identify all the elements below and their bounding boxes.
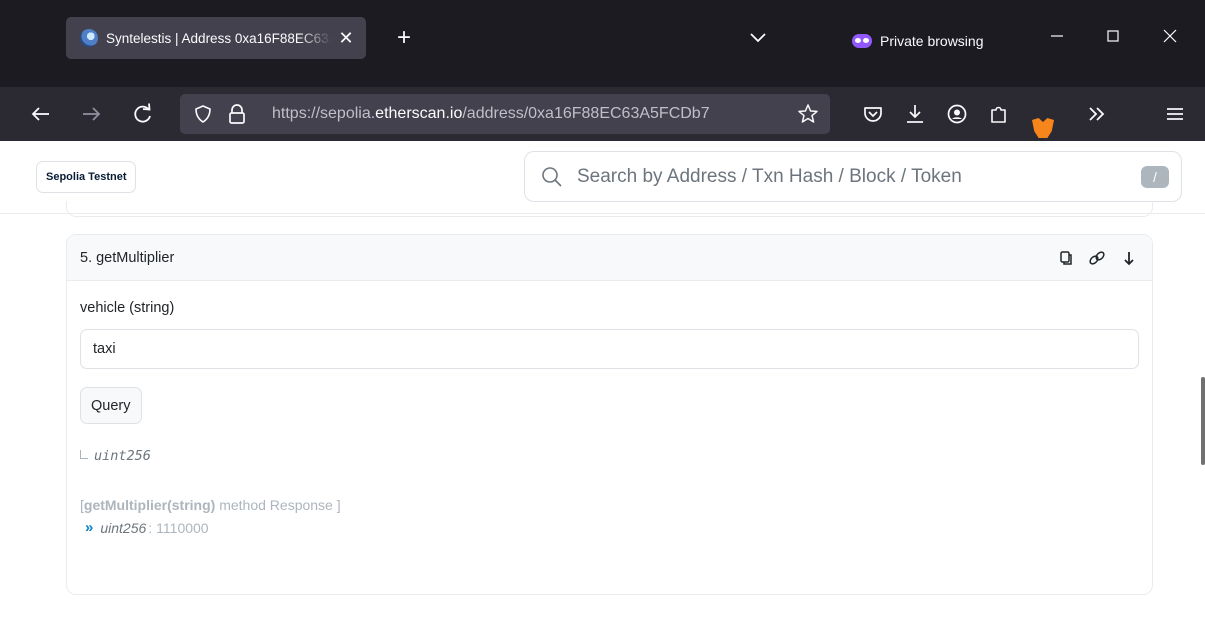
download-icon[interactable] bbox=[902, 101, 928, 127]
response-type: uint256 bbox=[100, 519, 147, 536]
double-chevron-right-icon: » bbox=[85, 519, 93, 536]
arrow-down-icon[interactable] bbox=[1116, 247, 1142, 269]
return-type: uint256 bbox=[80, 448, 151, 464]
response-suffix: method Response ] bbox=[219, 497, 341, 513]
reload-icon[interactable] bbox=[130, 101, 156, 127]
function-actions bbox=[1046, 247, 1142, 269]
back-icon[interactable] bbox=[28, 101, 54, 127]
previous-function-card bbox=[66, 201, 1153, 217]
function-card: 5. getMultiplier vehicle (string) Query bbox=[66, 234, 1153, 595]
shield-icon[interactable] bbox=[193, 104, 213, 124]
tab-close-icon[interactable]: ✕ bbox=[336, 29, 356, 47]
account-icon[interactable] bbox=[944, 101, 970, 127]
etherscan-page: Sepolia Testnet / 5. getMultiplier bbox=[0, 141, 1205, 630]
return-type-label: uint256 bbox=[94, 448, 151, 464]
function-title: 5. getMultiplier bbox=[80, 250, 175, 266]
url-text[interactable]: https://sepolia.etherscan.io/address/0xa… bbox=[272, 105, 787, 123]
chevron-down-icon[interactable] bbox=[748, 30, 768, 46]
private-mask-icon bbox=[852, 34, 872, 48]
tree-corner-icon bbox=[80, 450, 88, 459]
vehicle-input[interactable] bbox=[80, 329, 1139, 369]
browser-tab-bar: Syntelestis | Address 0xa16F88EC63A5FCDb… bbox=[0, 0, 1205, 87]
private-browsing-label: Private browsing bbox=[880, 33, 984, 49]
private-browsing-indicator: Private browsing bbox=[852, 33, 984, 49]
metamask-icon[interactable] bbox=[1032, 118, 1054, 138]
function-card-header[interactable]: 5. getMultiplier bbox=[67, 235, 1152, 281]
search-input[interactable] bbox=[577, 152, 1137, 201]
close-window-icon[interactable] bbox=[1155, 26, 1185, 46]
response-header: [getMultiplier(string) method Response ] bbox=[80, 497, 341, 513]
pocket-icon[interactable] bbox=[860, 101, 886, 127]
minimize-icon[interactable] bbox=[1042, 26, 1072, 46]
new-tab-button[interactable]: + bbox=[390, 24, 418, 52]
extensions-icon[interactable] bbox=[986, 101, 1012, 127]
response-row: » uint256 : 1110000 bbox=[85, 519, 209, 536]
maximize-icon[interactable] bbox=[1098, 26, 1128, 46]
search-box[interactable]: / bbox=[524, 151, 1182, 202]
network-selector-button[interactable]: Sepolia Testnet bbox=[36, 161, 137, 193]
browser-nav-bar: https://sepolia.etherscan.io/address/0xa… bbox=[0, 87, 1205, 141]
bookmark-star-icon[interactable] bbox=[797, 103, 819, 125]
browser-tab[interactable]: Syntelestis | Address 0xa16F88EC63A5FCDb… bbox=[66, 17, 366, 59]
lock-icon[interactable] bbox=[227, 103, 247, 125]
link-icon[interactable] bbox=[1084, 247, 1110, 269]
param-label: vehicle (string) bbox=[80, 300, 175, 316]
response-method: getMultiplier(string) bbox=[83, 497, 216, 513]
forward-icon[interactable] bbox=[78, 101, 104, 127]
site-favicon-icon bbox=[80, 29, 98, 47]
search-shortcut-badge: / bbox=[1141, 166, 1169, 188]
response-value: 1110000 bbox=[156, 519, 209, 536]
overflow-icon[interactable] bbox=[1084, 101, 1110, 127]
query-button[interactable]: Query bbox=[80, 387, 142, 424]
url-scheme: https://sepolia. bbox=[272, 105, 376, 122]
search-icon bbox=[542, 167, 562, 187]
copy-icon[interactable] bbox=[1052, 247, 1078, 269]
tab-title: Syntelestis | Address 0xa16F88EC63A5FCDb… bbox=[106, 30, 332, 46]
menu-icon[interactable] bbox=[1162, 101, 1188, 127]
page-scrollbar[interactable] bbox=[1201, 377, 1205, 465]
url-path: /address/0xa16F88EC63A5FCDb7 bbox=[462, 105, 710, 122]
address-bar[interactable]: https://sepolia.etherscan.io/address/0xa… bbox=[180, 94, 830, 134]
response-colon: : bbox=[148, 519, 153, 536]
url-host: etherscan.io bbox=[375, 105, 463, 122]
